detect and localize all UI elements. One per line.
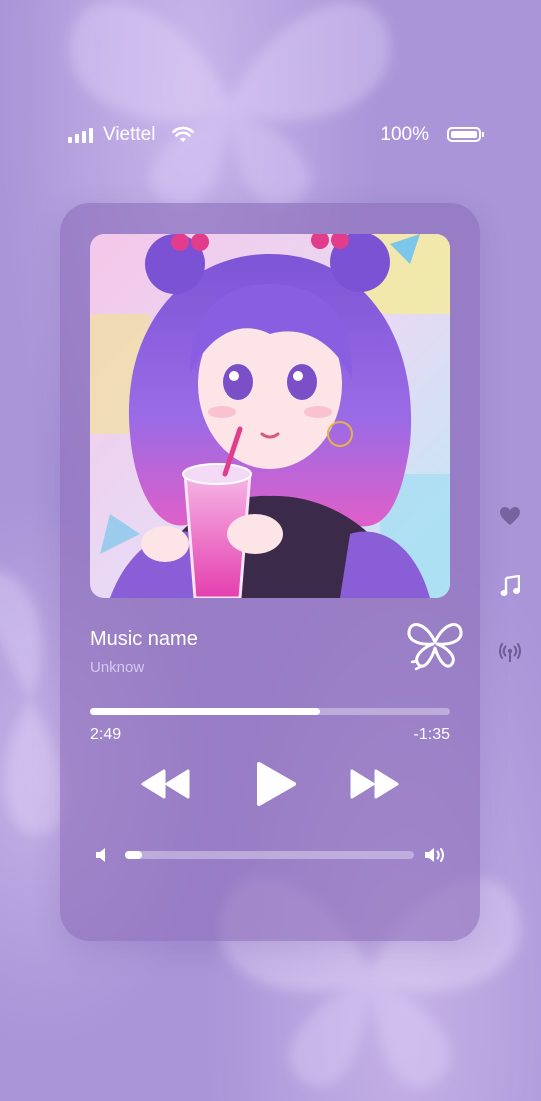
time-remaining: -1:35	[413, 726, 450, 743]
rewind-icon	[141, 769, 190, 799]
progress-bar[interactable]	[90, 708, 450, 715]
rewind-button[interactable]	[140, 768, 192, 800]
status-bar: Viettel 100%	[68, 124, 484, 148]
battery-percent: 100%	[380, 124, 429, 145]
music-note-icon[interactable]	[500, 575, 520, 597]
background-butterfly-top	[69, 1, 391, 208]
butterfly-logo-icon[interactable]	[402, 612, 468, 674]
battery-icon	[447, 127, 484, 142]
fast-forward-icon	[350, 769, 399, 799]
broadcast-icon[interactable]	[499, 643, 521, 663]
time-elapsed: 2:49	[90, 726, 122, 743]
play-button[interactable]	[254, 760, 298, 808]
play-icon	[257, 762, 296, 806]
progress-fill	[90, 708, 321, 715]
signal-bars-icon	[68, 128, 93, 143]
carrier-name: Viettel	[103, 124, 156, 145]
wifi-icon	[172, 126, 194, 142]
album-artwork	[90, 234, 450, 598]
track-title: Music name	[90, 628, 198, 650]
volume-high-icon[interactable]	[424, 846, 448, 864]
volume-slider[interactable]	[125, 851, 414, 859]
volume-fill	[125, 851, 143, 859]
fast-forward-button[interactable]	[348, 768, 400, 800]
track-artist: Unknow	[90, 659, 145, 676]
heart-icon[interactable]	[499, 506, 521, 526]
volume-low-icon[interactable]	[95, 847, 109, 863]
